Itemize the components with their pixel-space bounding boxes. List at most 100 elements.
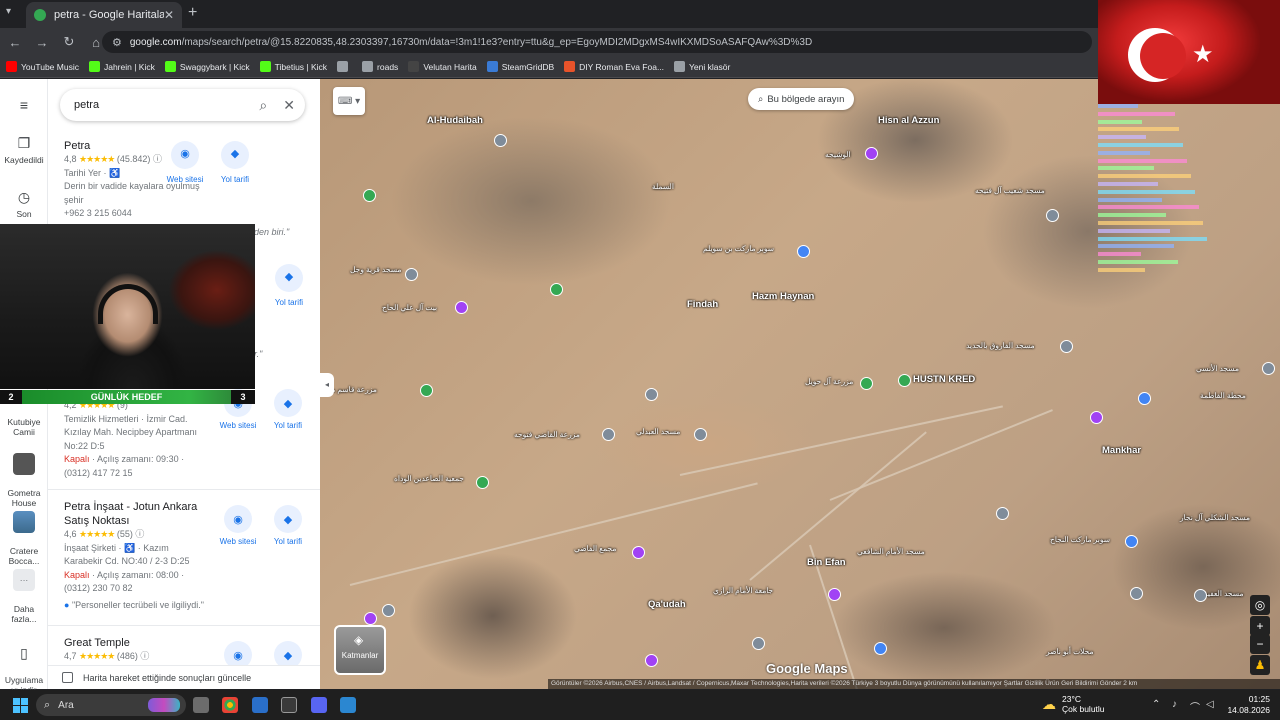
map-place-label[interactable]: جامعة الأمام الرازي: [713, 586, 773, 595]
map-pin-icon[interactable]: [828, 588, 841, 601]
bookmark-item[interactable]: Swaggybark | Kick: [164, 61, 250, 72]
weather-widget[interactable]: ☁ 23°C Çok bulutlu: [1042, 694, 1105, 714]
bookmark-item[interactable]: DIY Roman Eva Foa...: [564, 61, 664, 72]
volume-icon[interactable]: ◁: [1206, 699, 1214, 710]
map-pin-icon[interactable]: [550, 283, 563, 296]
map-place-label[interactable]: مسجد الأمام الشافعي: [857, 547, 925, 556]
map-place-label[interactable]: مسجد قرية وجل: [350, 265, 401, 274]
rail-saved[interactable]: ❐ Kaydedildi: [0, 135, 48, 165]
map-place-label[interactable]: مجمع الفاضي: [574, 544, 616, 553]
map-place-label[interactable]: HUSTN KRED: [913, 374, 975, 385]
map-pin-icon[interactable]: [382, 604, 395, 617]
map-place-label[interactable]: Al-Hudaibah: [427, 115, 483, 126]
map-place-label[interactable]: Mankhar: [1102, 445, 1141, 456]
map-place-label[interactable]: السملة: [652, 182, 674, 191]
address-bar[interactable]: ⚙ google.com /maps/search/petra/@15.8220…: [102, 31, 1092, 53]
app-taskbar-icon[interactable]: [252, 697, 268, 713]
result-petra-insaat[interactable]: Petra İnşaat - Jotun Ankara Satış Noktas…: [64, 500, 214, 613]
map-pin-icon[interactable]: [996, 507, 1009, 520]
map-place-label[interactable]: مسجد العبدلي: [636, 427, 680, 436]
map-place-label[interactable]: سوبر ماركت بن سويلم: [703, 244, 774, 253]
map-pin-icon[interactable]: [1130, 587, 1143, 600]
windows-start-icon[interactable]: [13, 698, 28, 713]
rail-recent[interactable]: ◷ Son: [0, 189, 48, 219]
map-pin-icon[interactable]: [602, 428, 615, 441]
update-checkbox[interactable]: [62, 672, 73, 683]
rail-install[interactable]: ▯ Uygulama yı indir: [0, 635, 48, 695]
search-icon[interactable]: ⌕: [259, 97, 267, 114]
map-place-label[interactable]: Hazm Haynan: [752, 291, 814, 302]
zoom-out-button[interactable]: −: [1250, 634, 1270, 654]
map-pin-icon[interactable]: [1125, 535, 1138, 548]
map-place-label[interactable]: Qa'udah: [648, 599, 686, 610]
bookmark-item[interactable]: roads: [362, 61, 398, 72]
obs-taskbar-icon[interactable]: [281, 697, 297, 713]
taskbar-search[interactable]: ⌕ Ara: [36, 694, 186, 716]
menu-button[interactable]: ≡: [0, 97, 48, 116]
map-place-label[interactable]: مسجد شعيب آل فتيحه: [975, 186, 1045, 195]
bookmark-item[interactable]: [337, 61, 352, 72]
bookmark-item[interactable]: SteamGridDB: [486, 61, 554, 72]
map-place-label[interactable]: الوشيجه: [825, 150, 851, 159]
map-pin-icon[interactable]: [874, 642, 887, 655]
directions-button[interactable]: ◆ Yol tarifi: [263, 505, 313, 546]
result-name[interactable]: Petra İnşaat - Jotun Ankara Satış Noktas…: [64, 500, 214, 528]
directions-button[interactable]: ◆ Yol tarifi: [264, 264, 314, 310]
zoom-in-button[interactable]: +: [1250, 616, 1270, 636]
rail-more[interactable]: ··· Daha fazla...: [0, 559, 48, 624]
clock[interactable]: 01:25 14.08.2026: [1222, 694, 1270, 716]
map-place-label[interactable]: جمعية الصاعدين الوداه: [394, 474, 464, 483]
map-pin-icon[interactable]: [1046, 209, 1059, 222]
tab-search-icon[interactable]: ▾: [6, 6, 22, 22]
map-pin-icon[interactable]: [645, 388, 658, 401]
bookmark-item[interactable]: Velutan Harita: [408, 61, 477, 72]
map-place-label[interactable]: سوبر ماركت النجاح: [1050, 535, 1110, 544]
editor-taskbar-icon[interactable]: [340, 697, 356, 713]
map-place-label[interactable]: مسجد الفاروق بالحديد: [966, 341, 1035, 350]
map-pin-icon[interactable]: [645, 654, 658, 667]
map-pin-icon[interactable]: [752, 637, 765, 650]
rail-gometra[interactable]: Gometra House: [0, 443, 48, 508]
map-place-label[interactable]: مسجد الشكلي آل نجار: [1180, 513, 1250, 522]
map-pin-icon[interactable]: [363, 189, 376, 202]
map-pin-icon[interactable]: [1262, 362, 1275, 375]
site-info-icon[interactable]: ⚙: [112, 36, 122, 49]
discord-taskbar-icon[interactable]: [311, 697, 327, 713]
directions-button[interactable]: ◆ Yol tarifi: [263, 389, 313, 430]
map-place-label[interactable]: Findah: [687, 299, 718, 310]
map-pin-icon[interactable]: [797, 245, 810, 258]
search-input[interactable]: petra: [74, 99, 259, 111]
chrome-taskbar-icon[interactable]: [222, 697, 238, 713]
input-tools-button[interactable]: ⌨ ▾: [333, 87, 365, 115]
map-place-label[interactable]: مسجد الأنسي: [1196, 364, 1239, 373]
bookmark-item[interactable]: Yeni klasör: [674, 61, 730, 72]
tray-chevron-icon[interactable]: ⌃: [1152, 699, 1160, 710]
map-pin-icon[interactable]: [364, 612, 377, 625]
search-this-area-button[interactable]: ⌕ Bu bölgede arayın: [748, 88, 855, 110]
collapse-panel-button[interactable]: ◂: [320, 373, 334, 397]
task-view-icon[interactable]: [193, 697, 209, 713]
search-box[interactable]: petra ⌕ ✕: [60, 89, 305, 121]
website-button[interactable]: ◉ Web sitesi: [160, 141, 210, 187]
map-pin-icon[interactable]: [455, 301, 468, 314]
map-pin-icon[interactable]: [476, 476, 489, 489]
bookmark-item[interactable]: Tibetius | Kick: [259, 61, 327, 72]
map-place-label[interactable]: Hisn al Azzun: [878, 115, 939, 126]
map-place-label[interactable]: محلات أبو ناصر: [1046, 647, 1094, 656]
website-button[interactable]: ◉ Web sitesi: [213, 505, 263, 546]
map-pin-icon[interactable]: [1138, 392, 1151, 405]
info-icon[interactable]: ⓘ: [140, 651, 149, 661]
new-tab-button[interactable]: +: [188, 4, 197, 22]
network-icon[interactable]: ⌒: [1190, 699, 1200, 714]
map-pin-icon[interactable]: [494, 134, 507, 147]
map-place-label[interactable]: مزرعة آل حويل: [805, 377, 853, 386]
map-pin-icon[interactable]: [420, 384, 433, 397]
map-pin-icon[interactable]: [898, 374, 911, 387]
map-pin-icon[interactable]: [1194, 589, 1207, 602]
update-results-toggle[interactable]: Harita hareket ettiğinde sonuçları günce…: [48, 665, 320, 689]
map-pin-icon[interactable]: [405, 268, 418, 281]
map-pin-icon[interactable]: [860, 377, 873, 390]
layers-button[interactable]: ◈ Katmanlar: [334, 625, 386, 675]
my-location-button[interactable]: ◎: [1250, 595, 1270, 615]
microphone-icon[interactable]: ♪: [1172, 699, 1177, 710]
